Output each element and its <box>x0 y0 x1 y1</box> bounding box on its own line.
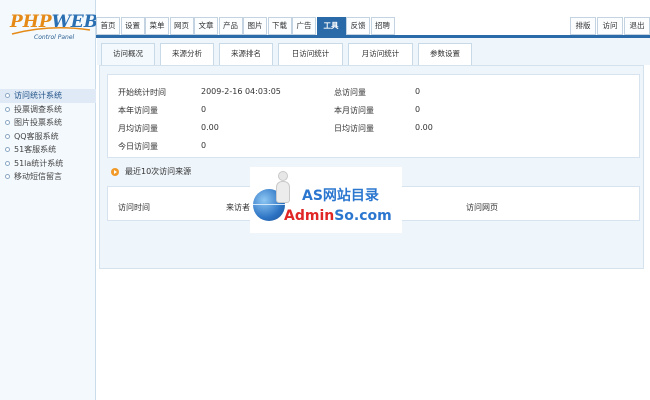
nav-tab[interactable]: 设置 <box>120 17 145 35</box>
sidebar-item-label: 访问统计系统 <box>14 91 62 100</box>
subtabs: 访问概况 来源分析 来源排名 日访问统计 月访问统计 参数设置 <box>101 43 477 65</box>
visit-button[interactable]: 访问 <box>597 17 623 35</box>
stat-label: 今日访问量 <box>118 142 158 151</box>
nav-right-links: 排版 访问 退出 <box>569 17 650 35</box>
watermark-title: AS网站目录 <box>302 188 379 204</box>
bullet-icon <box>5 106 10 112</box>
subtab[interactable]: 访问概况 <box>101 43 155 65</box>
figure-icon <box>272 171 294 205</box>
nav-tab[interactable]: 网页 <box>169 17 194 35</box>
sidebar: PHPWEB Control Panel 访问统计系统 投票调查系统 图片投票系… <box>0 0 98 400</box>
column-header: 访问时间 <box>118 203 150 212</box>
recent-title-text: 最近10次访问来源 <box>125 167 192 176</box>
phpweb-logo: PHPWEB Control Panel <box>10 12 98 46</box>
stat-label: 开始统计时间 <box>118 88 166 97</box>
sidebar-item-label: QQ客服系统 <box>14 131 59 141</box>
subtab[interactable]: 来源排名 <box>219 43 273 65</box>
sidebar-item[interactable]: QQ客服系统 <box>0 130 96 144</box>
sidebar-item[interactable]: 投票调查系统 <box>0 103 96 117</box>
subtab[interactable]: 参数设置 <box>418 43 472 65</box>
sidebar-item[interactable]: 图片投票系统 <box>0 116 96 130</box>
nav-tab[interactable]: 下载 <box>267 17 292 35</box>
stat-value: 0.00 <box>415 123 433 132</box>
nav-tab[interactable]: 文章 <box>194 17 218 35</box>
stat-label: 总访问量 <box>334 88 366 97</box>
recent-visits-title: 最近10次访问来源 <box>107 166 191 178</box>
sidebar-item[interactable]: 移动短信留言 <box>0 170 96 184</box>
sidebar-item-label: 图片投票系统 <box>14 118 62 127</box>
bullet-icon <box>5 93 10 98</box>
subtabs-bar: 访问概况 来源分析 来源排名 日访问统计 月访问统计 参数设置 <box>97 38 650 65</box>
bullet-icon <box>5 133 10 139</box>
sidebar-item-label: 移动短信留言 <box>14 172 62 181</box>
nav-tab[interactable]: 工具 <box>316 17 346 35</box>
figure-head <box>278 171 288 181</box>
stat-value: 0 <box>201 105 207 114</box>
layout-button[interactable]: 排版 <box>570 17 596 35</box>
column-header: 访问网页 <box>466 203 498 212</box>
nav-tab[interactable]: 首页 <box>96 17 120 35</box>
main-nav-tabs: 首页 设置 菜单 网页 文章 产品 图片 下载 广告 工具 反馈 招聘 <box>96 17 395 35</box>
watermark-overlay: AS网站目录 AdminSo.com <box>250 167 402 233</box>
top-nav: 首页 设置 菜单 网页 文章 产品 图片 下载 广告 工具 反馈 招聘 排版 访… <box>96 0 650 38</box>
watermark-url: AdminSo.com <box>284 208 392 224</box>
subtab[interactable]: 日访问统计 <box>278 43 343 65</box>
stat-label: 日均访问量 <box>334 124 374 133</box>
subtab[interactable]: 月访问统计 <box>348 43 413 65</box>
stat-label: 本月访问量 <box>334 106 374 115</box>
stat-label: 月均访问量 <box>118 124 158 133</box>
stat-value: 2009-2-16 04:03:05 <box>201 87 281 96</box>
nav-tab[interactable]: 反馈 <box>346 17 370 35</box>
sidebar-item[interactable]: 51la统计系统 <box>0 157 96 171</box>
sidebar-item[interactable]: 访问统计系统 <box>0 89 96 103</box>
nav-tab[interactable]: 产品 <box>218 17 243 35</box>
bullet-icon <box>5 174 10 179</box>
arrow-right-icon <box>111 168 119 176</box>
stat-value: 0 <box>415 87 421 96</box>
nav-tab[interactable]: 广告 <box>292 17 316 35</box>
stats-box: 开始统计时间 2009-2-16 04:03:05 总访问量 0 本年访问量 0… <box>107 74 640 158</box>
bullet-icon <box>5 160 10 166</box>
watermark-url-part: Admin <box>284 208 335 224</box>
nav-tab[interactable]: 图片 <box>243 17 267 35</box>
sidebar-item-label: 51la统计系统 <box>14 158 64 168</box>
logo-subtitle: Control Panel <box>34 34 75 41</box>
side-menu: 访问统计系统 投票调查系统 图片投票系统 QQ客服系统 51客服系统 51la统… <box>0 89 96 184</box>
stat-value: 0 <box>415 105 421 114</box>
stat-value: 0 <box>201 141 207 150</box>
subtab[interactable]: 来源分析 <box>160 43 214 65</box>
watermark-url-part: So.com <box>334 208 392 224</box>
sidebar-item[interactable]: 51客服系统 <box>0 143 96 157</box>
sidebar-item-label: 51客服系统 <box>14 145 57 154</box>
nav-tab[interactable]: 招聘 <box>370 17 395 35</box>
stat-value: 0.00 <box>201 123 219 132</box>
bullet-icon <box>5 147 10 152</box>
logout-button[interactable]: 退出 <box>624 17 650 35</box>
bullet-icon <box>5 120 10 125</box>
figure-body <box>276 181 290 203</box>
stat-label: 本年访问量 <box>118 106 158 115</box>
nav-tab[interactable]: 菜单 <box>145 17 169 35</box>
sidebar-item-label: 投票调查系统 <box>14 104 62 114</box>
